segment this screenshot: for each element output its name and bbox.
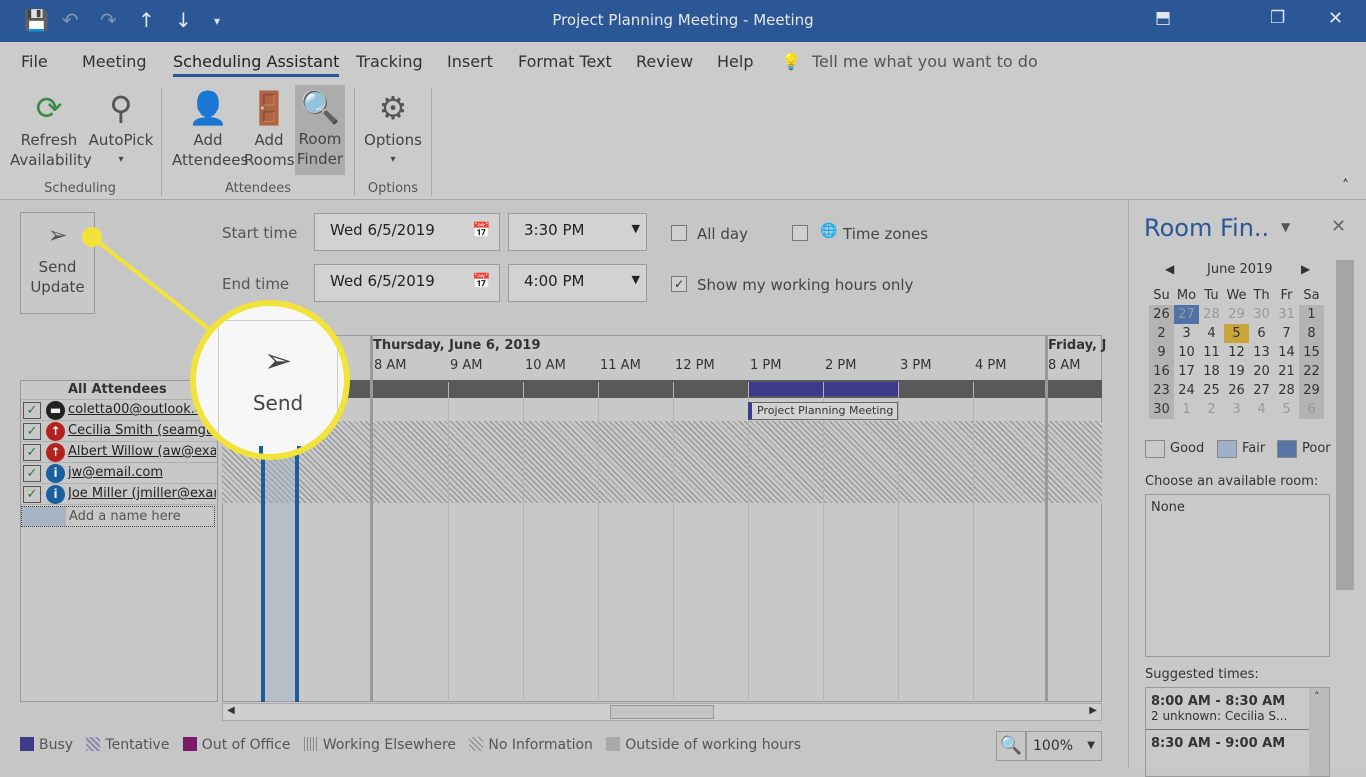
send-icon: ➢ — [263, 341, 293, 381]
magnifier-callout: ➢ Send — [190, 300, 350, 460]
magnified-send-button: ➢ Send — [218, 320, 338, 454]
label: Send — [252, 391, 304, 415]
callout-line — [90, 235, 212, 332]
callout-dot — [82, 227, 102, 247]
